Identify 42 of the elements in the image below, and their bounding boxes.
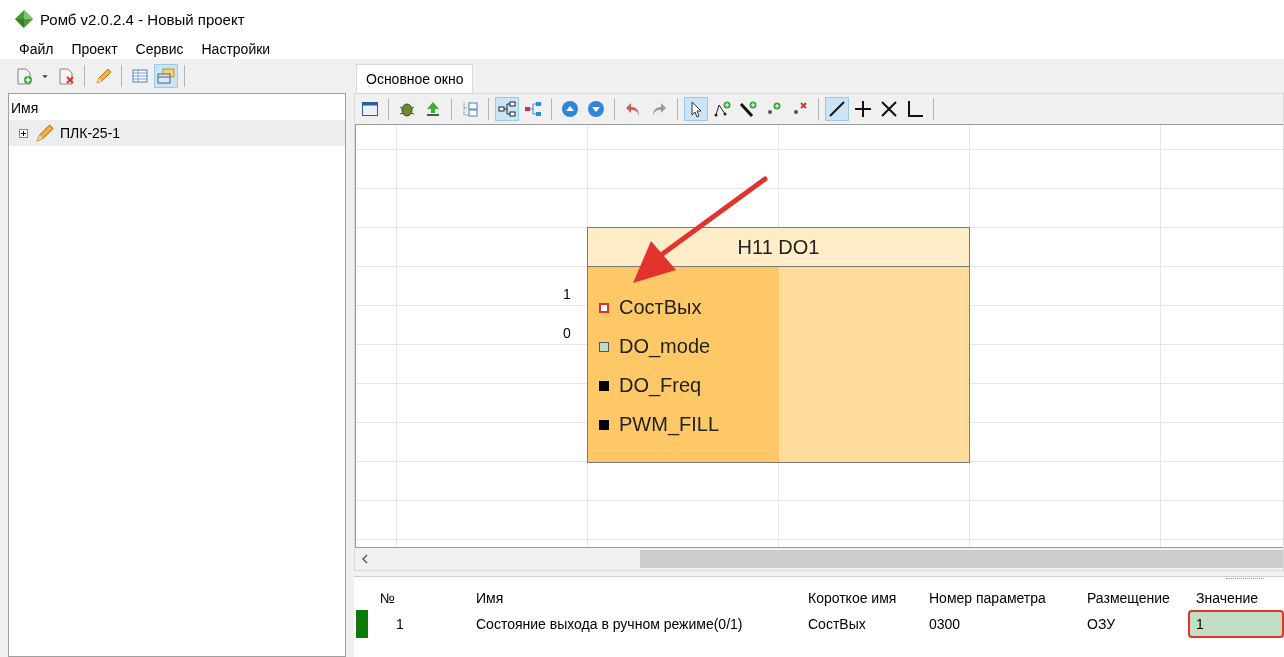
- column-header[interactable]: Значение: [1188, 590, 1284, 606]
- port-value: 0: [563, 325, 571, 341]
- form-icon[interactable]: [154, 64, 178, 88]
- table-cell-text: Состояние выхода в ручном режиме(0/1): [475, 616, 744, 632]
- node-graph-icon[interactable]: [495, 97, 519, 121]
- port-value: 1: [563, 286, 571, 302]
- expand-icon[interactable]: [19, 128, 28, 138]
- column-header[interactable]: Имя: [468, 590, 800, 606]
- port-marker-icon[interactable]: [599, 302, 609, 313]
- column-header[interactable]: Короткое имя: [800, 590, 921, 606]
- scrollbar-thumb[interactable]: [640, 550, 1283, 568]
- column-header[interactable]: №: [368, 590, 468, 606]
- port-label: СостВых: [619, 296, 702, 319]
- column-header[interactable]: Номер параметра: [921, 590, 1079, 606]
- table-cell-text: ОЗУ: [1086, 616, 1117, 632]
- port-marker-icon[interactable]: [599, 419, 609, 430]
- value-field[interactable]: 1: [1188, 610, 1284, 638]
- item-label: ПЛК-25-1: [60, 125, 121, 141]
- diamond-logo-icon: [14, 9, 34, 29]
- port-marker-icon[interactable]: [599, 341, 609, 352]
- menu-item[interactable]: Сервис: [126, 40, 193, 57]
- window-title: Ромб v2.0.2.4 - Новый проект: [40, 10, 245, 28]
- pencil-icon: [34, 123, 54, 143]
- table-cell-text: СостВых: [807, 616, 867, 632]
- menu-item[interactable]: Файл: [10, 40, 63, 57]
- port-marker-icon[interactable]: [599, 380, 609, 391]
- port-label: DO_Freq: [619, 374, 702, 397]
- resize-grip-icon[interactable]: [1226, 578, 1264, 581]
- block-title: H11 DO1: [588, 228, 969, 267]
- pointer-icon[interactable]: [684, 97, 708, 121]
- horizontal-scrollbar[interactable]: [355, 548, 1283, 570]
- menu-item[interactable]: Проект: [62, 40, 127, 57]
- port-label: PWM_FILL: [619, 413, 720, 436]
- scroll-left-icon[interactable]: [362, 554, 368, 564]
- column-header[interactable]: Размещение: [1079, 590, 1188, 606]
- port-label: DO_mode: [619, 335, 711, 358]
- table-cell-text: 0300: [928, 616, 962, 632]
- table-cell-text: 1: [395, 616, 405, 632]
- tree-item[interactable]: ПЛК-25-1: [9, 120, 345, 146]
- tab[interactable]: Основное окно: [356, 64, 474, 93]
- menu-item[interactable]: Настройки: [192, 40, 280, 57]
- column-header: Имя: [10, 99, 40, 118]
